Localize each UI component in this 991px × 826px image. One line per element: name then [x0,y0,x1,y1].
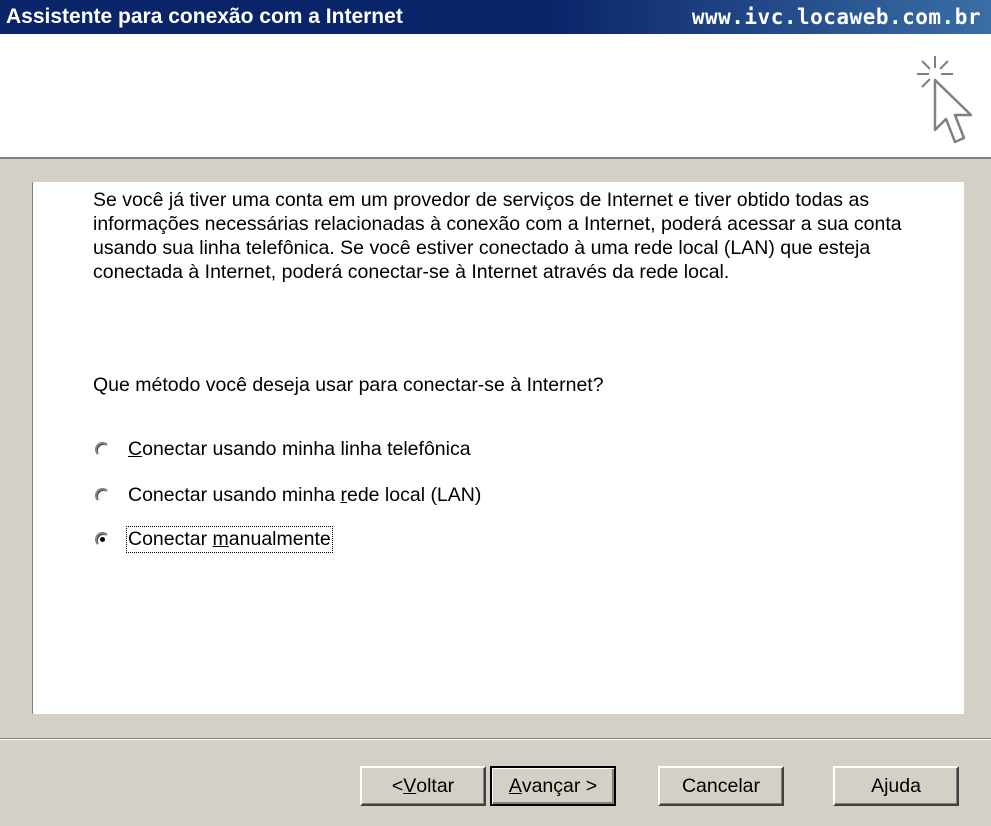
radio-phone-label: Conectar usando minha linha telefônica [128,438,471,460]
title-bar[interactable]: Assistente para conexão com a Internet w… [0,0,991,34]
cancel-button[interactable]: Cancelar [658,766,784,806]
next-button[interactable]: Avançar > [490,766,616,806]
back-button[interactable]: < Voltar [360,766,486,806]
radio-manual-label: Conectar manualmente [126,526,333,553]
radio-button-checked[interactable] [95,532,110,547]
help-button[interactable]: Ajuda [833,766,959,806]
wizard-header [0,34,991,159]
radio-lan-label: Conectar usando minha rede local (LAN) [128,484,482,506]
footer-separator [0,738,991,740]
title-url: www.ivc.locaweb.com.br [691,5,981,29]
wizard-pointer-icon [917,56,973,144]
window-title: Assistente para conexão com a Internet [6,5,403,28]
intro-text: Se você já tiver uma conta em um provedo… [93,189,902,283]
radio-phone-line[interactable]: Conectar usando minha linha telefônica [95,438,471,461]
radio-lan[interactable]: Conectar usando minha rede local (LAN) [95,484,481,507]
radio-manual[interactable]: Conectar manualmente [95,526,333,553]
radio-button[interactable] [95,442,110,457]
content-panel: Se você já tiver uma conta em um provedo… [32,182,964,714]
radio-button[interactable] [95,488,110,503]
question-text: Que método você deseja usar para conecta… [93,374,604,396]
